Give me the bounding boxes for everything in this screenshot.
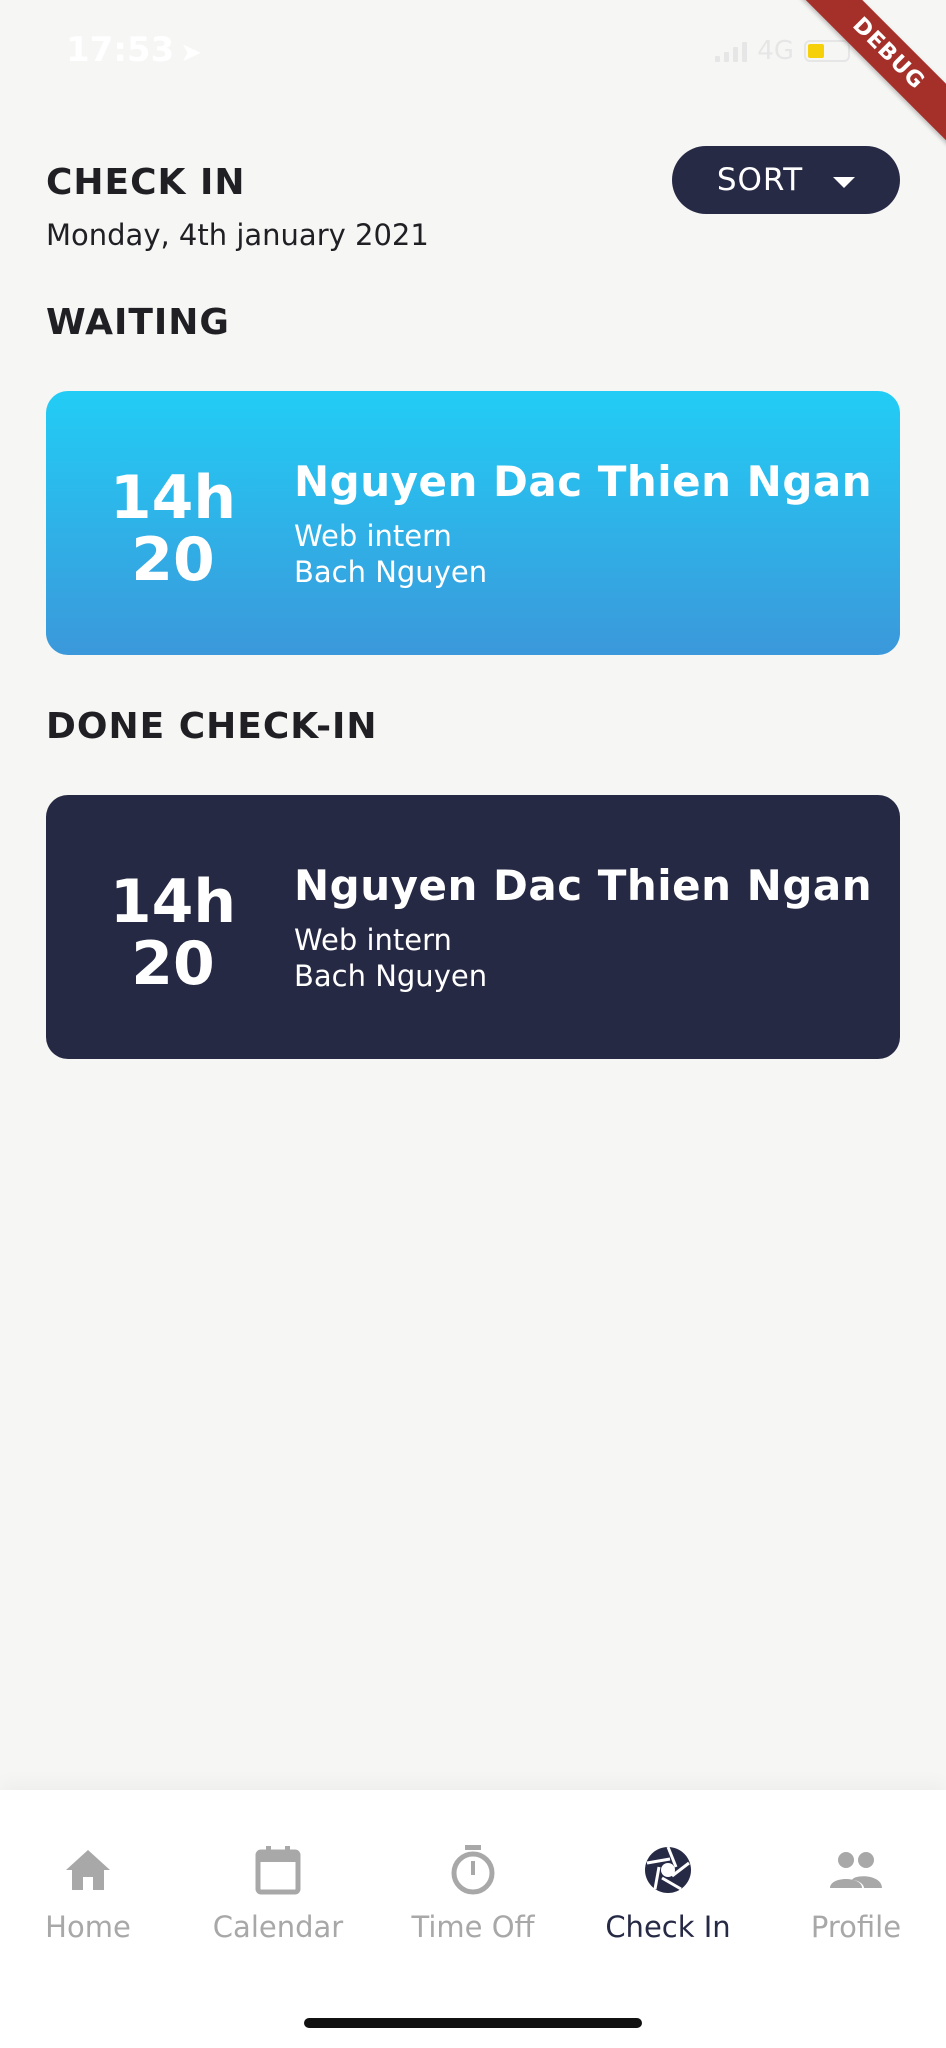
location-arrow-icon: ➤ [180,38,203,68]
status-time-text: 17:53 [66,30,175,70]
home-indicator[interactable] [304,2018,642,2028]
people-icon [766,1842,946,1898]
section-title-waiting: WAITING [46,302,230,343]
card-manager-name: Bach Nguyen [294,959,488,993]
card-hour: 14h [109,867,237,937]
bottom-nav: Home Calendar Time Off Check In Profile [0,1790,946,2048]
nav-item-profile[interactable]: Profile [766,1842,946,1944]
card-minute: 20 [131,929,215,999]
timer-icon [383,1842,563,1898]
nav-label: Calendar [212,1910,344,1944]
card-minute: 20 [131,525,215,595]
nav-label: Home [45,1910,131,1944]
camera-shutter-icon [578,1842,758,1898]
debug-banner-wrap: DEBUG [786,0,946,160]
status-time: 17:53 ➤ [66,30,202,70]
nav-item-check-in[interactable]: Check In [578,1842,758,1944]
caret-down-icon [833,176,856,188]
card-employee-role: Web intern [294,923,452,957]
card-employee-name: Nguyen Dac Thien Ngan [294,457,873,506]
done-checkin-card[interactable]: 14h 20 Nguyen Dac Thien Ngan Web intern … [46,795,900,1059]
card-manager-name: Bach Nguyen [294,555,488,589]
card-time: 14h 20 [106,467,240,591]
nav-label: Time Off [411,1910,535,1944]
card-time: 14h 20 [106,871,240,995]
debug-banner: DEBUG [789,0,946,153]
nav-item-time-off[interactable]: Time Off [383,1842,563,1944]
card-employee-name: Nguyen Dac Thien Ngan [294,861,873,910]
nav-label: Profile [810,1910,902,1944]
calendar-icon [188,1842,368,1898]
page-title: CHECK IN [46,162,246,203]
nav-label: Check In [605,1910,731,1944]
section-title-done: DONE CHECK-IN [46,706,378,747]
nav-item-calendar[interactable]: Calendar [188,1842,368,1944]
signal-icon [715,40,748,62]
sort-label: SORT [716,162,804,198]
home-icon [0,1842,178,1898]
page-date: Monday, 4th january 2021 [46,218,429,252]
card-hour: 14h [109,463,237,533]
card-employee-role: Web intern [294,519,452,553]
waiting-checkin-card[interactable]: 14h 20 Nguyen Dac Thien Ngan Web intern … [46,391,900,655]
nav-item-home[interactable]: Home [0,1842,178,1944]
sort-button[interactable]: SORT [672,146,900,214]
